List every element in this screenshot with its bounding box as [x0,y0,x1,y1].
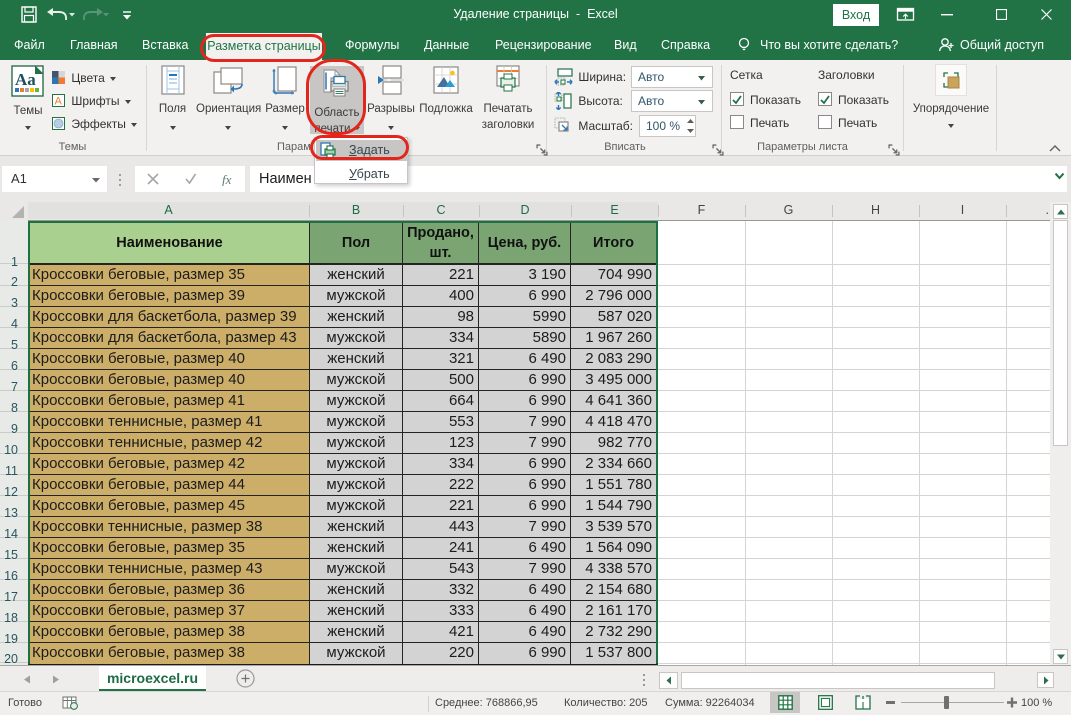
svg-text:fx: fx [222,172,232,186]
svg-text:A: A [55,96,63,108]
svg-text:Aa: Aa [15,70,36,89]
